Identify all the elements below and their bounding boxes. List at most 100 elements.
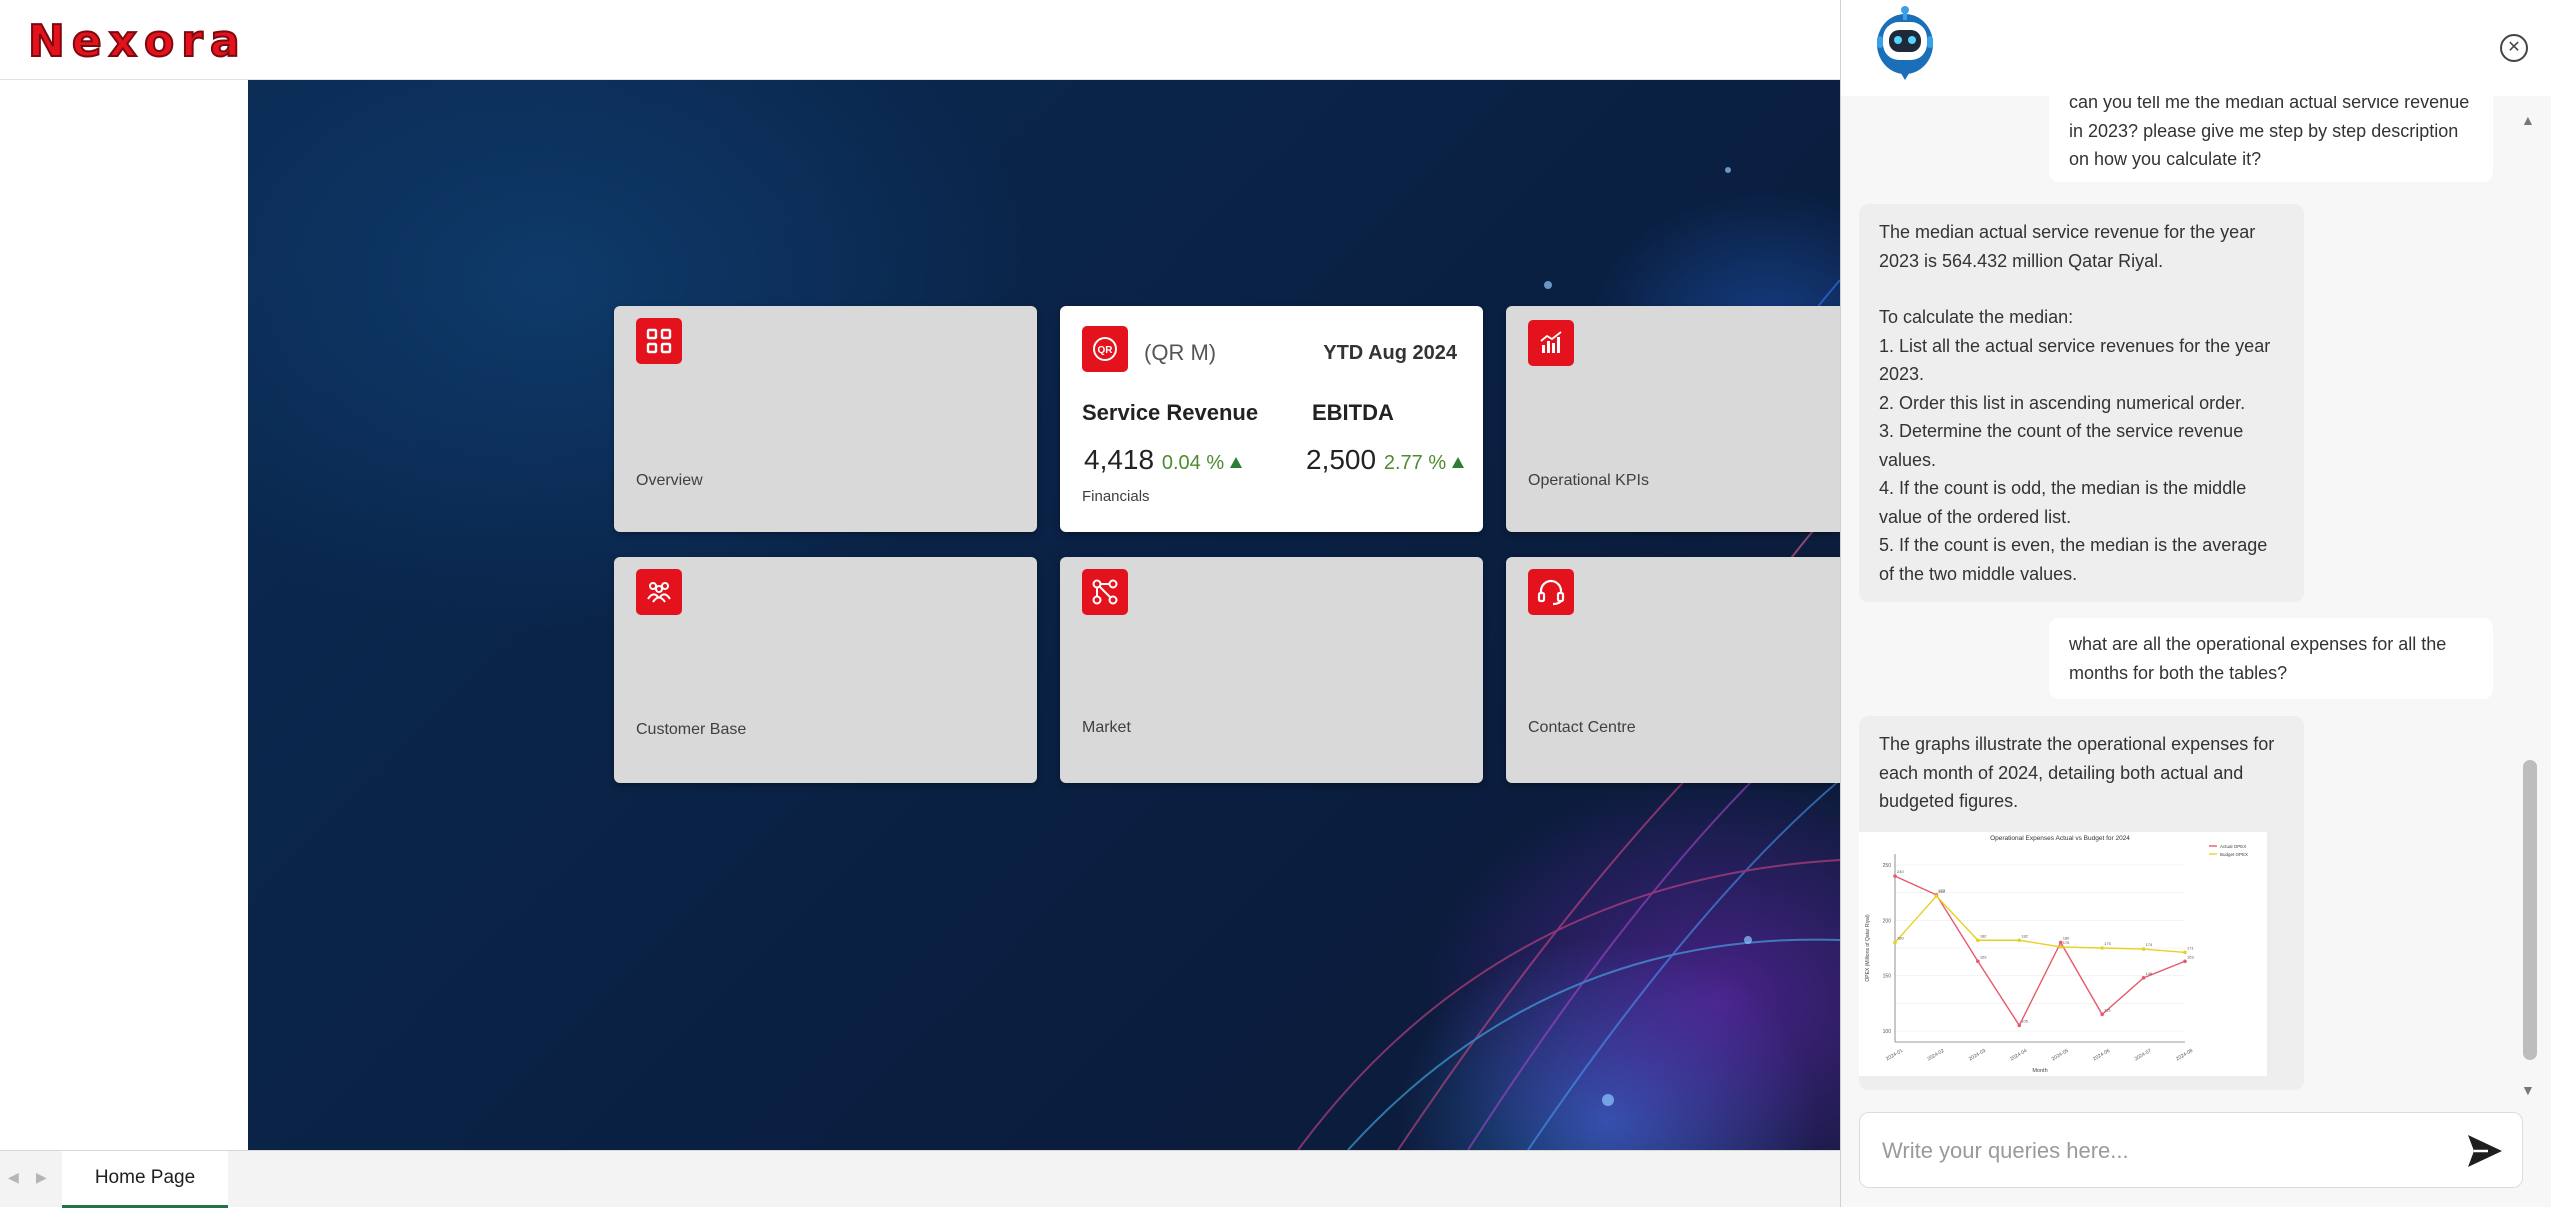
- data-label: 175: [2104, 941, 2111, 946]
- operational-kpis-label: Operational KPIs: [1528, 472, 1649, 489]
- sheet-tab-bar: ◀ ▶ Home Page: [0, 1150, 1840, 1208]
- x-axis-label: Month: [2032, 1068, 2047, 1074]
- data-label: 148: [2146, 971, 2153, 976]
- data-point: [2183, 959, 2187, 964]
- data-label: 222: [1938, 889, 1945, 894]
- data-point: [2183, 950, 2187, 955]
- x-tick-label: 2024-01: [1885, 1048, 1904, 1062]
- chat-scrollbar-thumb[interactable]: [2523, 760, 2537, 1060]
- bot-message-text: The median actual service revenue for th…: [1879, 222, 2256, 271]
- data-point: [2017, 938, 2022, 943]
- opex-line-chart: Operational Expenses Actual vs Budget fo…: [1859, 832, 2267, 1076]
- x-tick-label: 2024-04: [2009, 1048, 2028, 1062]
- data-label: 182: [2021, 933, 2028, 938]
- chat-panel: ✕ can you tell me the median actual serv…: [1840, 0, 2551, 1207]
- bot-message: The median actual service revenue for th…: [1859, 204, 2304, 602]
- ebitda-value-group: 2,500 2.77 %: [1306, 444, 1465, 476]
- legend-label: Budget OPEX: [2220, 852, 2248, 857]
- market-card[interactable]: Market: [1060, 557, 1483, 783]
- overview-card[interactable]: Overview: [614, 306, 1037, 532]
- legend-label: Actual OPEX: [2220, 844, 2246, 849]
- bot-message-text: To calculate the median:: [1879, 307, 2074, 327]
- chart-title: Operational Expenses Actual vs Budget fo…: [1990, 835, 2130, 842]
- data-label: 176: [2063, 940, 2070, 945]
- data-point: [1976, 938, 1980, 943]
- x-tick-label: 2024-08: [2175, 1048, 2194, 1062]
- data-label: 171: [2187, 945, 2194, 950]
- y-tick-label: 250: [1883, 863, 1892, 869]
- data-label: 180: [1897, 935, 1904, 940]
- app-window: Nexora Overview QR (QR M) YTD Aug 2024 S…: [0, 0, 2551, 1208]
- people-icon: [636, 569, 682, 615]
- tab-prev-icon[interactable]: ◀: [8, 1169, 19, 1186]
- y-tick-label: 100: [1883, 1029, 1892, 1035]
- user-message: what are all the operational expenses fo…: [2049, 618, 2493, 699]
- customer-base-card[interactable]: Customer Base: [614, 557, 1037, 783]
- data-point: [2141, 947, 2146, 951]
- chat-composer: [1859, 1112, 2523, 1188]
- scroll-down-arrow-icon[interactable]: ▼: [2521, 1082, 2535, 1098]
- data-label: 174: [2146, 942, 2153, 947]
- contact-centre-label: Contact Centre: [1528, 719, 1636, 736]
- list-item: 5. If the count is even, the median is t…: [1879, 535, 2268, 584]
- market-label: Market: [1082, 719, 1131, 736]
- x-tick-label: 2024-05: [2051, 1048, 2070, 1062]
- send-icon[interactable]: [2466, 1133, 2504, 1169]
- robot-avatar-icon: [1877, 6, 1933, 80]
- tab-next-icon[interactable]: ▶: [36, 1169, 47, 1186]
- y-tick-label: 200: [1883, 918, 1892, 924]
- financials-card[interactable]: QR (QR M) YTD Aug 2024 Service Revenue E…: [1060, 306, 1483, 532]
- series-line: [1894, 894, 2186, 954]
- user-message: can you tell me the median actual servic…: [2049, 96, 2493, 182]
- overview-label: Overview: [636, 472, 703, 489]
- operational-kpis-card[interactable]: Operational KPIs: [1506, 306, 1840, 532]
- data-point: [1934, 894, 1939, 898]
- ebitda-heading: EBITDA: [1312, 400, 1394, 425]
- x-tick-label: 2024-07: [2134, 1048, 2153, 1062]
- list-item: 2. Order this list in ascending numerica…: [1879, 392, 2246, 413]
- list-item: 3. Determine the count of the service re…: [1879, 421, 2244, 470]
- service-revenue-value: 4,418: [1084, 444, 1155, 475]
- customer-base-label: Customer Base: [636, 721, 747, 738]
- x-tick-label: 2024-06: [2092, 1048, 2111, 1062]
- tab-home-page[interactable]: Home Page: [62, 1151, 228, 1208]
- service-revenue-value-group: 4,418 0.04 %: [1084, 444, 1243, 476]
- top-bar: Nexora: [0, 0, 1840, 80]
- data-label: 115: [2104, 1007, 2111, 1012]
- scroll-up-arrow-icon[interactable]: ▲: [2521, 112, 2535, 128]
- financials-label: Financials: [1082, 488, 1150, 505]
- x-tick-label: 2024-02: [1926, 1048, 1945, 1062]
- data-label: 105: [2021, 1018, 2028, 1023]
- ebitda-change: 2.77 %: [1383, 452, 1447, 474]
- chat-header: ✕: [1841, 0, 2551, 96]
- data-point: [2100, 946, 2104, 950]
- list-item: 1. List all the actual service revenues …: [1879, 335, 2271, 385]
- service-revenue-heading: Service Revenue: [1082, 400, 1259, 425]
- period-label: YTD Aug 2024: [1323, 342, 1457, 364]
- up-arrow-icon: [1452, 457, 1465, 468]
- data-label: 182: [1980, 933, 1987, 938]
- data-point: [2017, 1023, 2022, 1028]
- service-revenue-change: 0.04 %: [1161, 452, 1225, 474]
- data-point: [2141, 976, 2146, 980]
- data-point: [2100, 1012, 2104, 1017]
- qr-currency-icon: QR: [1082, 326, 1128, 372]
- y-tick-label: 150: [1883, 974, 1892, 980]
- data-point: [1976, 959, 1980, 964]
- data-point: [1893, 940, 1897, 945]
- contact-centre-card[interactable]: Contact Centre: [1506, 557, 1840, 783]
- app-logo[interactable]: Nexora: [27, 15, 247, 68]
- close-chat-icon[interactable]: ✕: [2500, 34, 2528, 62]
- data-point: [1893, 874, 1897, 878]
- ebitda-value: 2,500: [1306, 444, 1377, 475]
- query-input[interactable]: [1882, 1131, 2442, 1171]
- svg-text:QR: QR: [1098, 345, 1114, 356]
- grid-icon: [636, 318, 682, 364]
- network-nodes-icon: [1082, 569, 1128, 615]
- data-point: [2058, 945, 2063, 949]
- data-label: 163: [1980, 954, 1987, 959]
- y-axis-label: OPEX (Millions of Qatar Riyal): [1865, 914, 1871, 982]
- bot-message-text: The graphs illustrate the operational ex…: [1879, 734, 2275, 811]
- chat-messages: can you tell me the median actual servic…: [1841, 96, 2551, 1106]
- bar-chart-icon: [1528, 320, 1574, 366]
